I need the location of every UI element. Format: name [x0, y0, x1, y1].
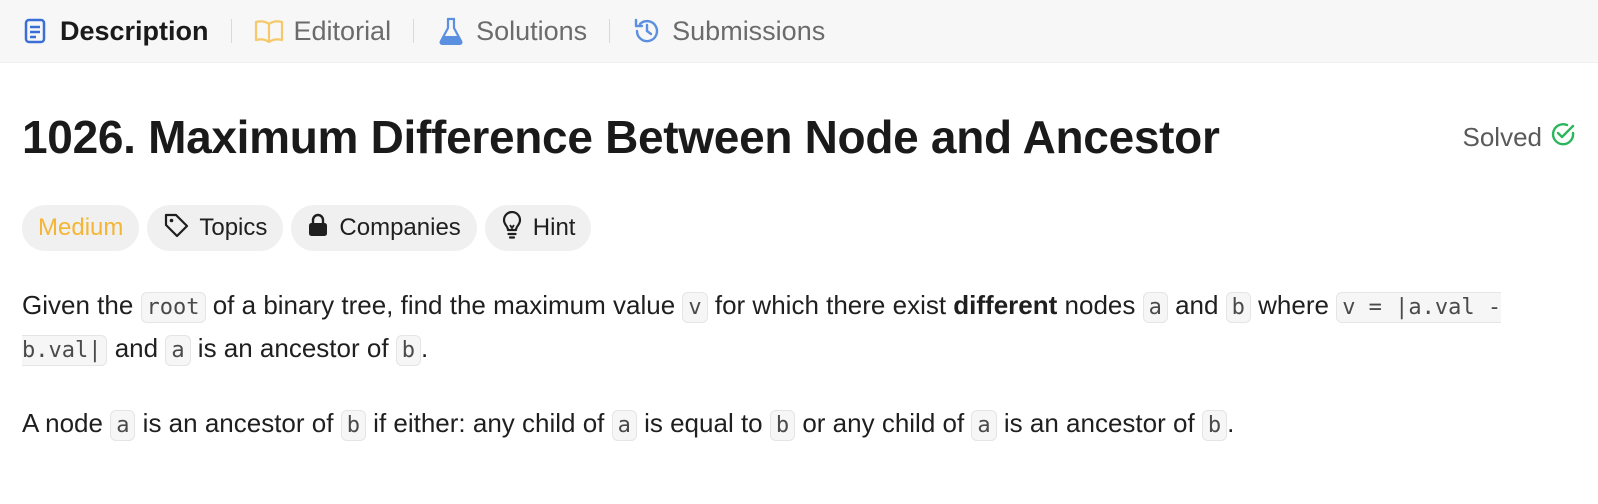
problem-tags: Medium Topics Companies Hint — [22, 205, 1576, 251]
tab-divider — [230, 19, 232, 43]
tab-description[interactable]: Description — [16, 16, 213, 47]
book-icon — [254, 16, 284, 46]
description-text: is an ancestor of — [135, 408, 341, 438]
emphasis-text: different — [953, 290, 1058, 320]
description-text: . — [421, 333, 429, 363]
difficulty-label: Medium — [38, 214, 124, 241]
solved-status: Solved — [1463, 121, 1577, 154]
tab-editorial-label: Editorial — [293, 15, 392, 46]
problem-description-panel: 1026. Maximum Difference Between Node an… — [0, 107, 1598, 446]
hint-label: Hint — [532, 214, 576, 241]
inline-code: b — [1225, 292, 1251, 323]
description-text: A node — [22, 408, 111, 438]
description-text: is an ancestor of — [190, 333, 396, 363]
description-text: is equal to — [636, 408, 770, 438]
description-paragraph: A node a is an ancestor of b if either: … — [22, 403, 1576, 446]
problem-title[interactable]: 1026. Maximum Difference Between Node an… — [22, 110, 1220, 164]
tab-solutions-label: Solutions — [476, 15, 588, 46]
tab-editorial[interactable]: Editorial — [250, 16, 396, 47]
inline-code: a — [611, 410, 637, 441]
inline-code: a — [971, 410, 997, 441]
solved-label: Solved — [1462, 121, 1543, 152]
description-text: and — [107, 333, 166, 363]
description-text: is an ancestor of — [996, 408, 1202, 438]
description-text: if either: any child of — [365, 408, 612, 438]
description-text: Given the — [22, 290, 141, 320]
title-row: 1026. Maximum Difference Between Node an… — [22, 107, 1576, 167]
lightbulb-icon — [501, 210, 523, 246]
inline-code: a — [165, 335, 191, 366]
check-circle-icon — [1550, 121, 1576, 154]
tag-icon — [163, 212, 189, 245]
lock-icon — [307, 213, 329, 244]
tab-solutions[interactable]: Solutions — [432, 16, 591, 47]
topics-label: Topics — [199, 214, 268, 241]
tab-divider — [413, 19, 415, 43]
difficulty-badge: Medium — [22, 205, 140, 251]
tab-submissions[interactable]: Submissions — [628, 16, 829, 47]
description-text: for which there exist — [707, 290, 954, 320]
description-text: of a binary tree, find the maximum value — [205, 290, 683, 320]
inline-code: b — [340, 410, 366, 441]
inline-code: root — [140, 292, 206, 323]
inline-code: b — [1201, 410, 1228, 441]
description-text: where — [1250, 290, 1337, 320]
description-text: nodes — [1057, 290, 1143, 320]
companies-label: Companies — [339, 214, 461, 241]
description-paragraph: Given the root of a binary tree, find th… — [22, 285, 1522, 371]
tab-divider — [609, 19, 611, 43]
inline-code: v — [682, 292, 708, 323]
description-text: or any child of — [795, 408, 972, 438]
description-icon — [20, 16, 50, 46]
inline-code: a — [110, 410, 136, 441]
history-icon — [632, 16, 662, 46]
companies-button[interactable]: Companies — [291, 205, 477, 251]
tab-submissions-label: Submissions — [672, 15, 826, 46]
description-text: . — [1227, 408, 1235, 438]
topics-button[interactable]: Topics — [147, 205, 284, 251]
inline-code: a — [1142, 292, 1168, 323]
inline-code: b — [769, 410, 796, 441]
tab-description-label: Description — [60, 15, 209, 46]
inline-code: b — [395, 335, 422, 366]
flask-icon — [436, 16, 466, 46]
description-text: and — [1167, 290, 1226, 320]
problem-tab-bar: Description Editorial Solutions Submissi… — [0, 0, 1598, 63]
hint-button[interactable]: Hint — [484, 205, 592, 251]
